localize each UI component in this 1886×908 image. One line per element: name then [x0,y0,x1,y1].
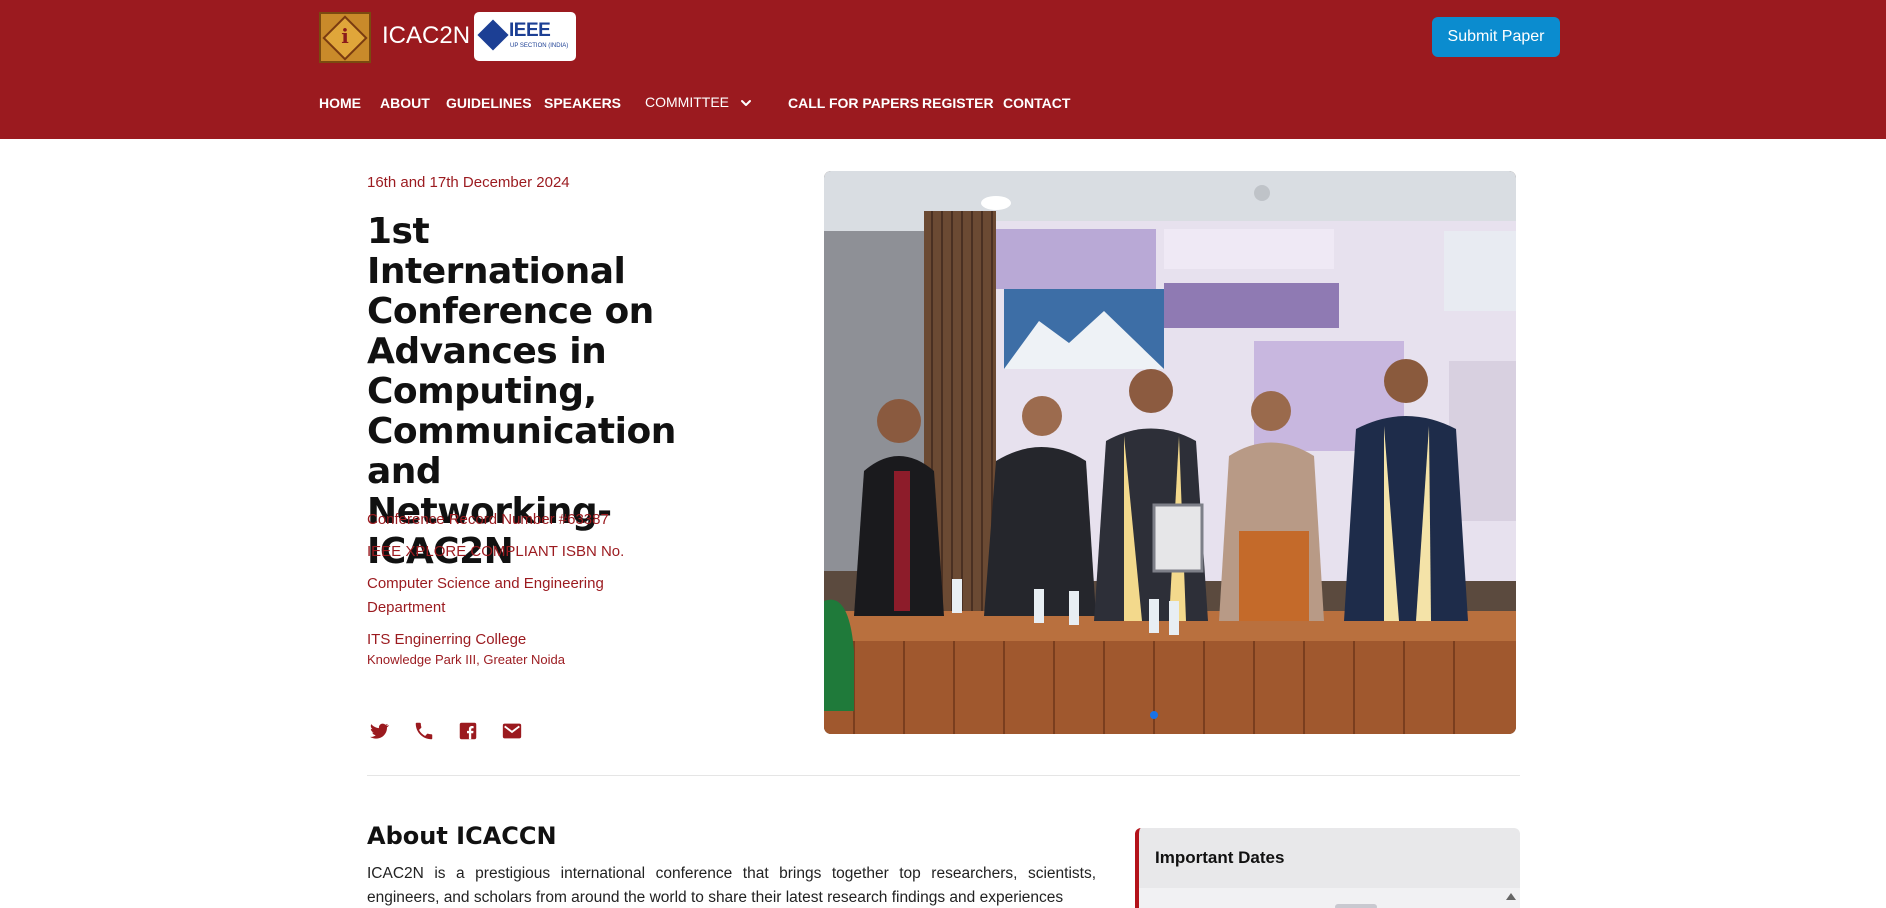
submit-paper-button[interactable]: Submit Paper [1432,17,1560,57]
important-dates-body [1139,888,1520,908]
department-line: Computer Science and Engineering Departm… [367,575,604,616]
chevron-down-icon[interactable] [740,97,752,109]
ieee-logo-subtext: UP SECTION (INDIA) [510,43,569,49]
twitter-icon[interactable] [368,720,390,742]
nav-contact[interactable]: CONTACT [1003,95,1070,111]
important-dates-card: Important Dates [1135,828,1520,908]
section-divider [367,775,1520,776]
important-dates-scroll-handle[interactable] [1335,904,1377,908]
ieee-logo-text: IEEE [509,20,551,41]
nav-home[interactable]: HOME [319,95,361,111]
carousel-indicator-dot[interactable] [1150,711,1158,719]
hero-carousel-image[interactable] [824,171,1516,734]
isbn-line: IEEE XPLORE COMPLIANT ISBN No. [367,543,625,560]
nav-about[interactable]: ABOUT [380,95,430,111]
nav-register[interactable]: REGISTER [922,95,994,111]
nav-guidelines[interactable]: GUIDELINES [446,95,532,111]
nav-speakers[interactable]: SPEAKERS [544,95,621,111]
about-section-text: ICAC2N is a prestigious international co… [367,865,1096,906]
site-header: i ICAC2N IEEE UP SECTION (INDIA) Submit … [0,0,1886,139]
ieee-logo[interactable]: IEEE UP SECTION (INDIA) [474,12,576,61]
college-name: ITS Enginerring College [367,631,527,648]
award-ceremony-photo [824,171,1516,734]
about-section-title: About ICACCN [367,822,557,850]
facebook-icon[interactable] [457,720,479,742]
important-dates-title: Important Dates [1155,848,1285,867]
conference-date: 16th and 17th December 2024 [367,174,570,191]
nav-call-for-papers[interactable]: CALL FOR PAPERS [788,95,919,111]
phone-icon[interactable] [413,720,435,742]
college-logo[interactable]: i [319,12,371,63]
scroll-up-arrow-icon[interactable] [1506,893,1516,900]
conference-record: Conference Record Number #63387 [367,511,609,528]
college-location: Knowledge Park III, Greater Noida [367,652,565,667]
mail-icon[interactable] [501,720,523,742]
nav-committee[interactable]: COMMITTEE [645,94,729,110]
site-brand[interactable]: ICAC2N [382,22,470,50]
